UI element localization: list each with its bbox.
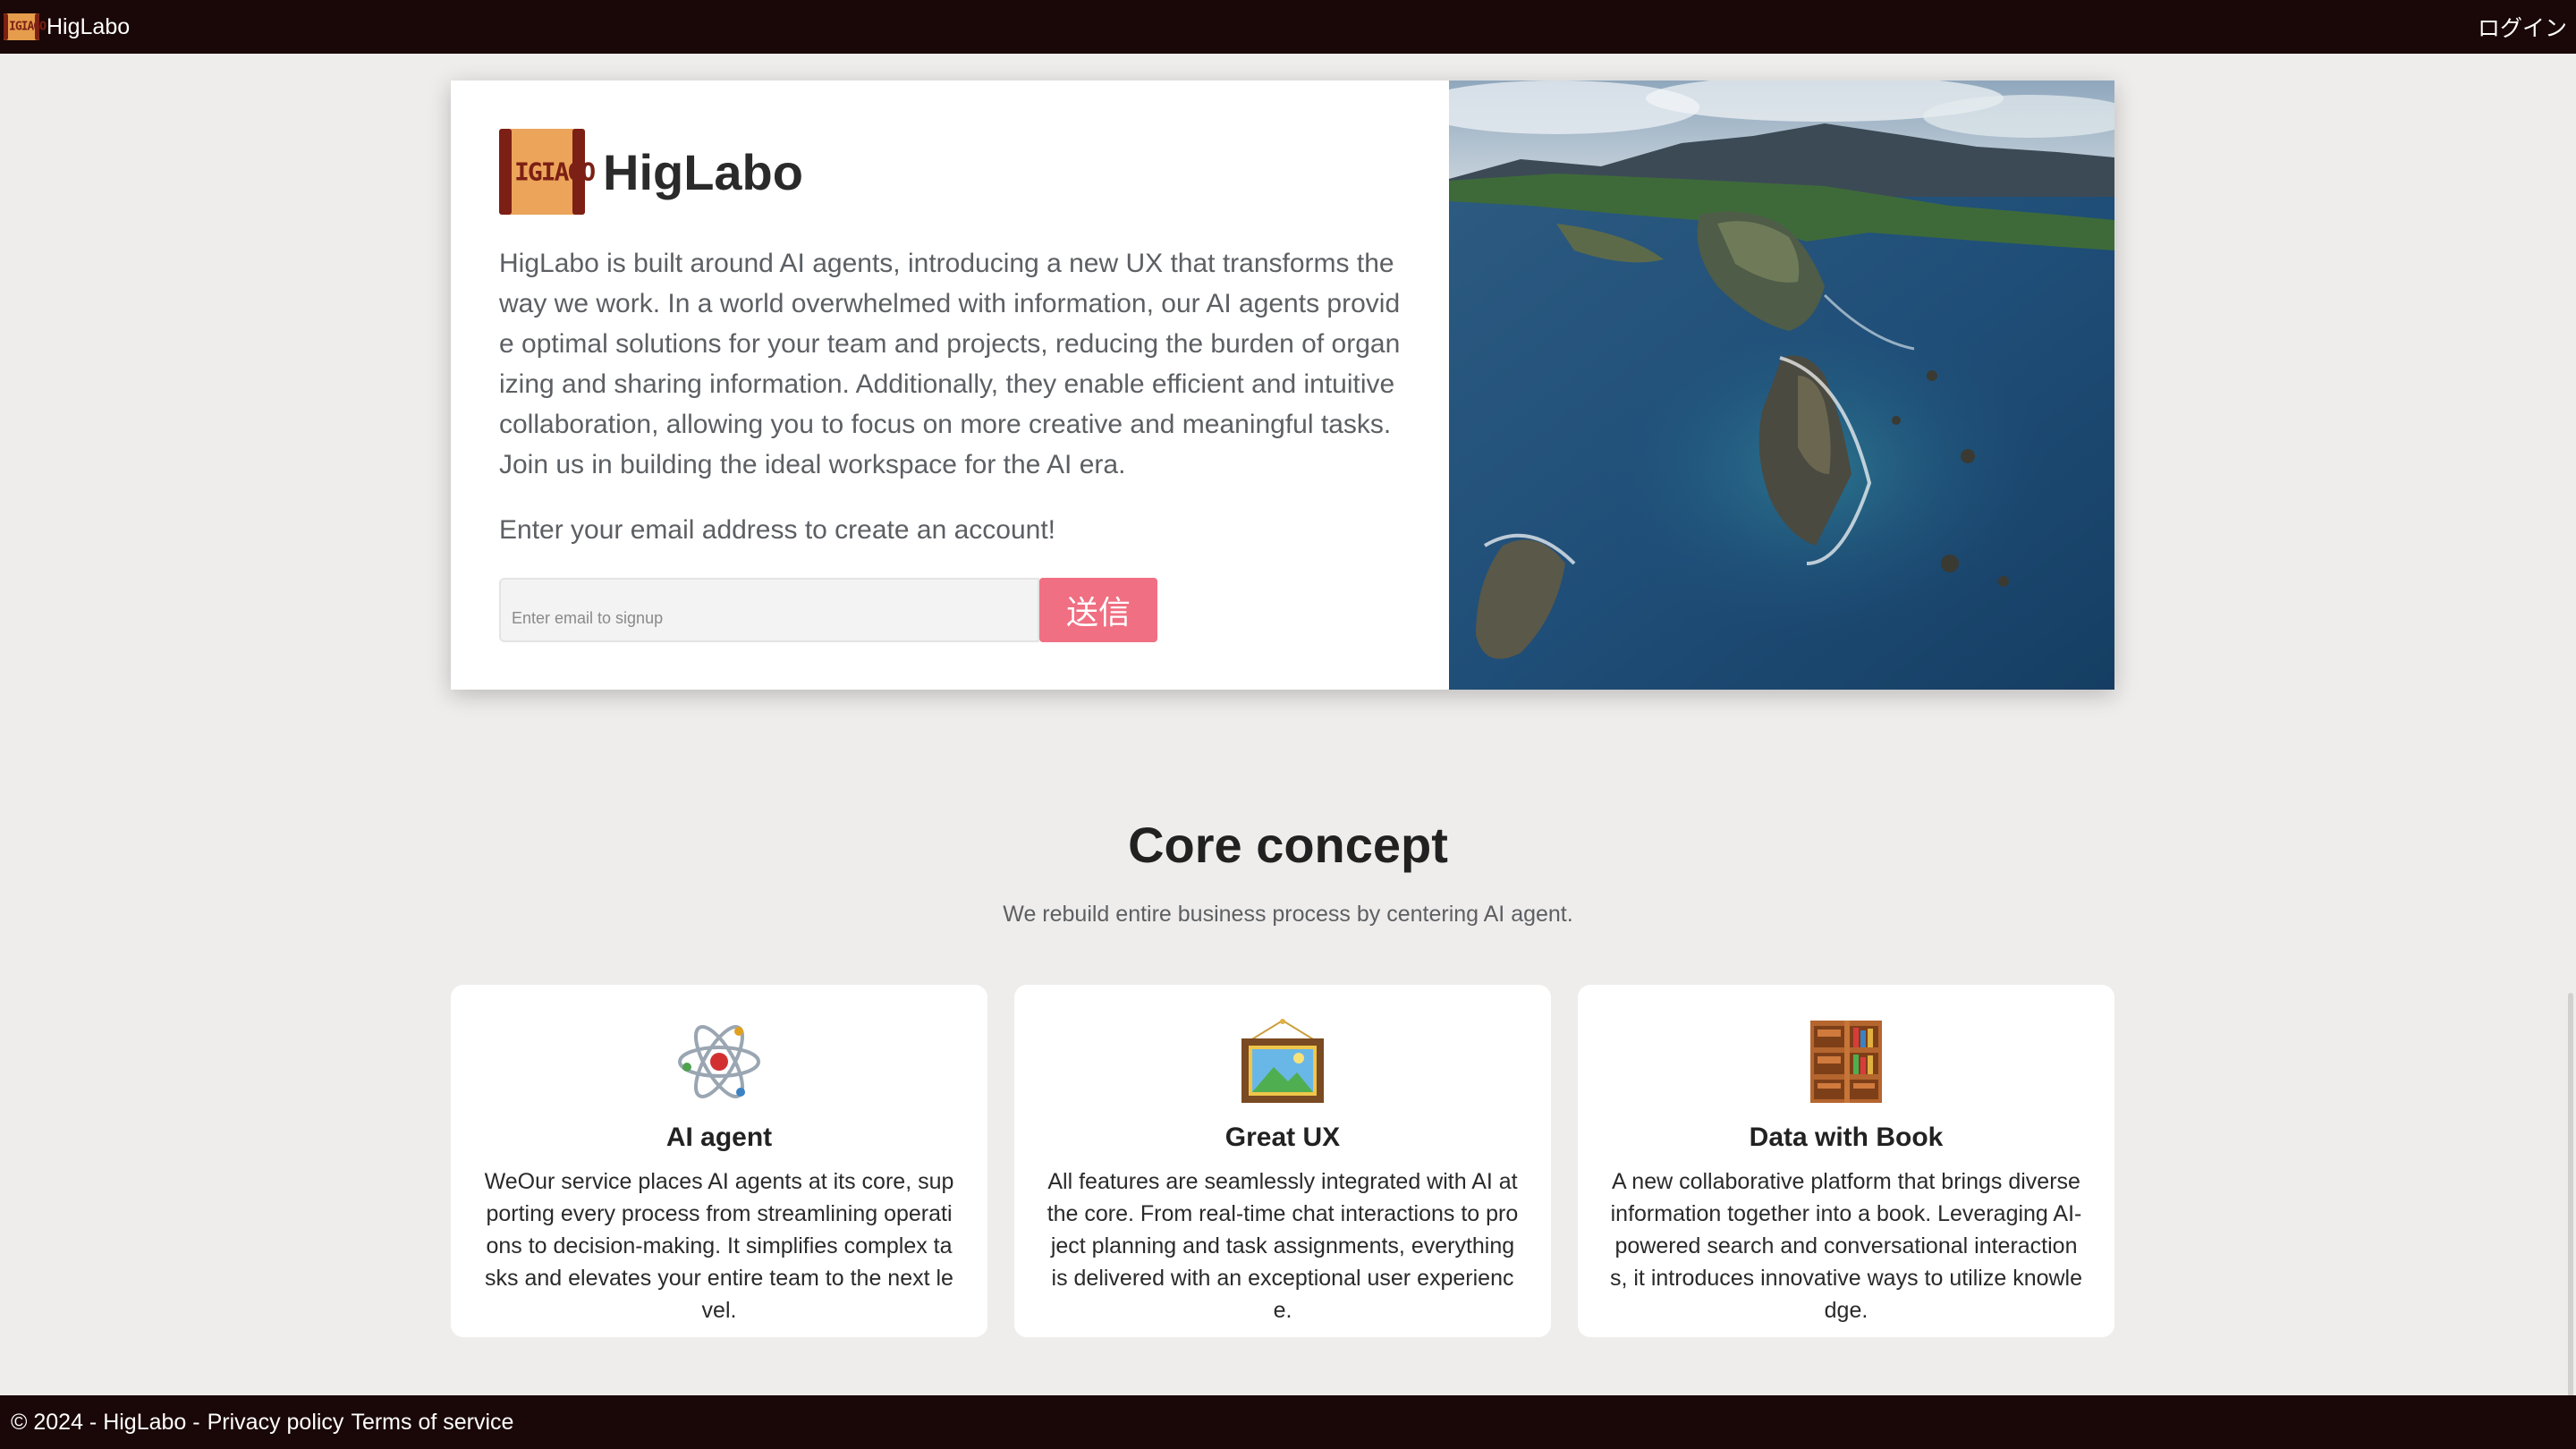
- login-link[interactable]: ログイン: [2478, 11, 2567, 43]
- atom-icon: [674, 1017, 764, 1106]
- higlabo-logo-icon: IGIAGO: [4, 13, 47, 40]
- bookshelf-icon: [1801, 1017, 1891, 1106]
- core-concept-title: Core concept: [1128, 817, 1448, 873]
- concept-cards: AI agent WeOur service places AI agents …: [451, 985, 2114, 1337]
- hero-coastline-image: [1449, 80, 2114, 690]
- scrollbar-thumb[interactable]: [2568, 993, 2573, 1440]
- hero-description: HigLabo is built around AI agents, intro…: [499, 249, 1401, 479]
- hero-content: IGIAGO HigLabo HigLabo is built around A…: [451, 80, 1449, 690]
- card-title: Data with Book: [1749, 1123, 1944, 1152]
- higlabo-logo-large-icon: IGIAGO: [499, 129, 596, 215]
- card-body: A new collaborative platform that brings…: [1609, 1169, 2083, 1323]
- top-navbar: IGIAGO HigLabo ログイン: [0, 0, 2576, 54]
- framed-picture-icon: [1238, 1017, 1327, 1106]
- core-concept-subtitle: We rebuild entire business process by ce…: [1003, 902, 1573, 927]
- hero-brand: IGIAGO HigLabo: [499, 129, 1401, 215]
- brand-home-link[interactable]: IGIAGO HigLabo: [4, 13, 130, 40]
- concept-card-data-with-book: Data with Book A new collaborative platf…: [1578, 985, 2114, 1337]
- footer-copyright: © 2024 - HigLabo -: [11, 1409, 200, 1435]
- hero-title: HigLabo: [603, 143, 803, 200]
- concept-card-ai-agent: AI agent WeOur service places AI agents …: [451, 985, 987, 1337]
- card-body: WeOur service places AI agents at its co…: [484, 1169, 954, 1323]
- email-signup-input[interactable]: [499, 578, 1039, 642]
- page-scrollbar[interactable]: [2560, 54, 2576, 1440]
- concept-card-great-ux: Great UX All features are seamlessly int…: [1014, 985, 1551, 1337]
- terms-of-service-link[interactable]: Terms of service: [351, 1410, 513, 1436]
- card-title: AI agent: [665, 1123, 773, 1152]
- card-title: Great UX: [1224, 1123, 1341, 1152]
- signup-form: 送信: [499, 578, 1401, 642]
- brand-name: HigLabo: [47, 13, 131, 39]
- footer: © 2024 - HigLabo - Privacy policy Terms …: [0, 1395, 2576, 1449]
- card-body: All features are seamlessly integrated w…: [1046, 1169, 1519, 1323]
- hero-card: IGIAGO HigLabo HigLabo is built around A…: [451, 80, 2114, 690]
- privacy-policy-link[interactable]: Privacy policy: [208, 1410, 344, 1436]
- signup-prompt: Enter your email address to create an ac…: [499, 515, 1056, 545]
- send-button[interactable]: 送信: [1039, 578, 1157, 642]
